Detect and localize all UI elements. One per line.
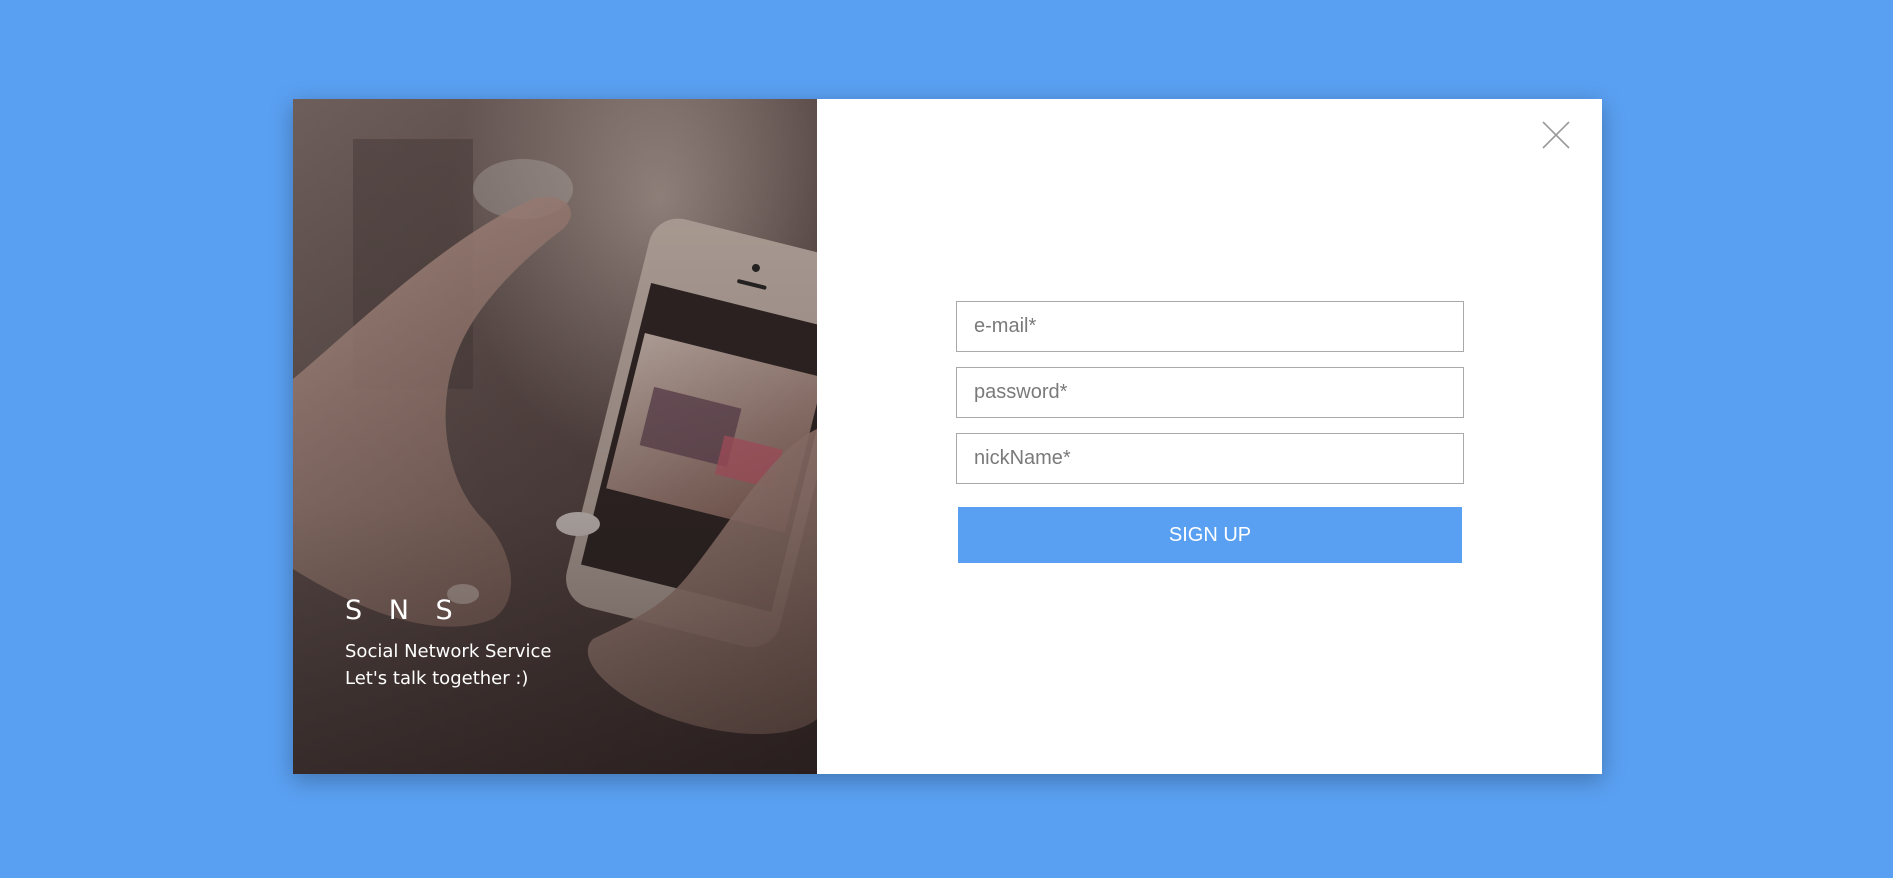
brand-tagline-2: Let's talk together :) <box>345 668 529 689</box>
brand-block: S N S Social Network Service Let's talk … <box>345 595 552 692</box>
brand-tagline-1: Social Network Service <box>345 641 552 662</box>
signup-button[interactable]: SIGN UP <box>958 507 1462 563</box>
form-panel: SIGN UP <box>817 99 1602 774</box>
signup-form: SIGN UP <box>956 301 1464 563</box>
signup-modal: S N S Social Network Service Let's talk … <box>293 99 1602 774</box>
close-button[interactable] <box>1541 120 1571 150</box>
brand-title: S N S <box>345 595 462 626</box>
password-field[interactable] <box>956 367 1464 418</box>
email-field[interactable] <box>956 301 1464 352</box>
nickname-field[interactable] <box>956 433 1464 484</box>
close-icon <box>1542 121 1570 149</box>
hero-image-panel: S N S Social Network Service Let's talk … <box>293 99 817 774</box>
